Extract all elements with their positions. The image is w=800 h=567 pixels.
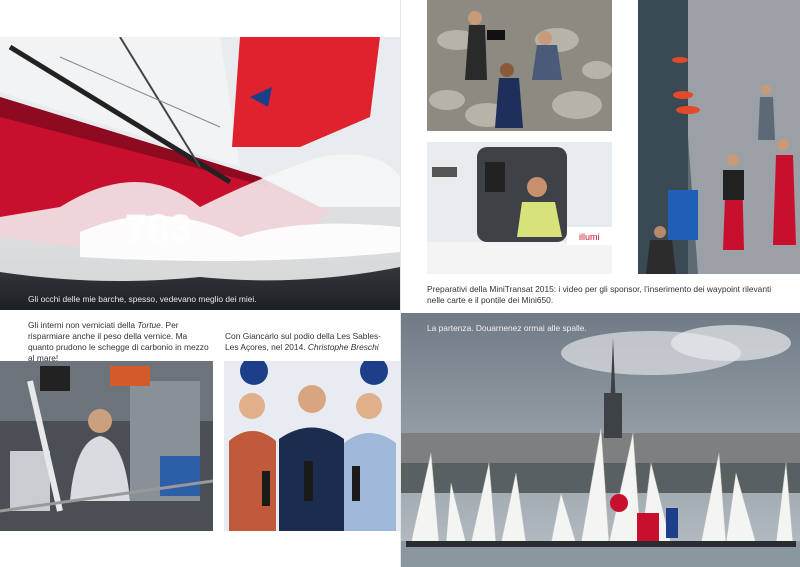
racing-boat-caption: Gli occhi delle mie barche, spesso, vede…	[28, 294, 257, 304]
navigation-table-photo: illumi	[427, 142, 612, 274]
video-shoot-photo	[427, 0, 612, 131]
illumi-brand-text: illumi	[579, 232, 600, 242]
interior-caption: Gli interni non verniciati della Tortue.…	[28, 320, 209, 363]
regatta-start-caption: La partenza. Douarnenez ormai alle spall…	[427, 323, 587, 333]
regatta-start-photo	[401, 313, 800, 567]
podium-caption: Con Giancarlo sul podio della Les Sables…	[225, 331, 381, 352]
harbor-pontoon-photo	[638, 0, 800, 274]
podium-photo	[224, 361, 400, 531]
racing-boat-photo: 783	[0, 37, 400, 310]
prep-caption: Preparativi della MiniTransat 2015: i vi…	[427, 284, 772, 305]
sail-number-text: 783	[125, 207, 192, 251]
boat-interior-photo	[0, 361, 213, 531]
